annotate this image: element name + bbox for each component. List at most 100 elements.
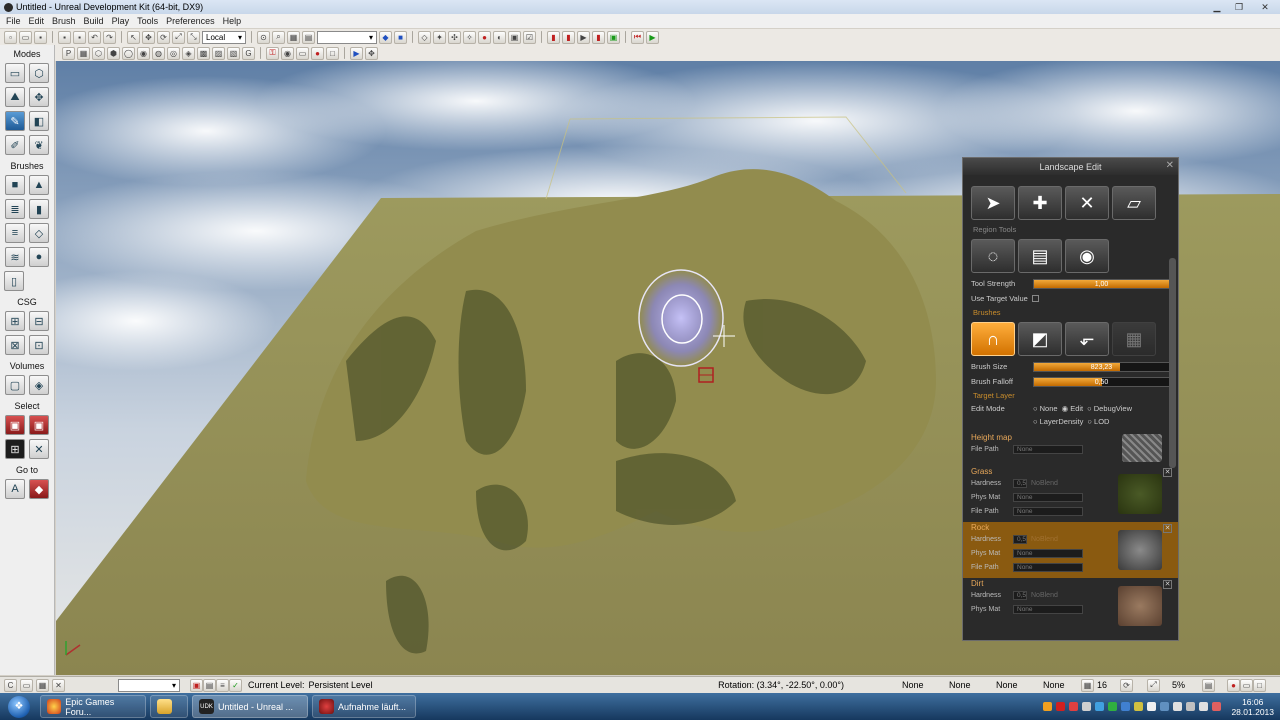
hardness-field[interactable]: 0,5 <box>1013 478 1027 488</box>
grid-snap-icon[interactable]: ▦ <box>1081 678 1094 692</box>
terrain-mode-icon[interactable]: ⛰ <box>5 87 25 107</box>
window-icon[interactable]: ▭ <box>20 678 33 692</box>
save-as-icon[interactable]: ▪ <box>73 30 86 44</box>
taskbar-clock[interactable]: 16:06 28.01.2013 <box>1231 697 1274 717</box>
grid-icon[interactable]: ▦ <box>36 678 49 692</box>
visibility-icon[interactable]: ◉ <box>1065 239 1109 273</box>
volumetric-brush-icon[interactable]: ▯ <box>4 271 24 291</box>
record-status-icon[interactable]: ● <box>1227 678 1240 692</box>
sheet-brush-icon[interactable]: ◇ <box>29 223 49 243</box>
tray-app-icon[interactable] <box>1212 702 1222 711</box>
deselect-icon[interactable]: ✕ <box>29 439 49 459</box>
content-browser-icon[interactable]: ▦ <box>287 30 300 44</box>
lit-icon[interactable]: ◉ <box>137 46 150 60</box>
shader-complexity-icon[interactable]: ▨ <box>212 46 225 60</box>
network-icon[interactable] <box>1186 702 1196 711</box>
autosave-icon[interactable]: ▤ <box>1202 678 1215 692</box>
phys-mat-field[interactable]: None <box>1013 604 1083 614</box>
game-view-icon[interactable]: G <box>242 46 255 60</box>
tray-app-icon[interactable] <box>1069 702 1079 711</box>
lock-icon[interactable]: ⚿ <box>266 46 279 60</box>
rewind-icon[interactable]: ⏮ <box>631 30 644 44</box>
play-on-console-icon[interactable]: ▣ <box>607 30 620 44</box>
lighting-only-icon[interactable]: ◎ <box>167 46 180 60</box>
perspective-icon[interactable]: P <box>62 46 75 60</box>
generic-browser-icon[interactable]: ▤ <box>302 30 315 44</box>
hardness-field[interactable]: 0,5 <box>1013 534 1027 544</box>
foliage-mode-icon[interactable]: ❦ <box>29 135 49 155</box>
detail-lighting-icon[interactable]: ◍ <box>152 46 165 60</box>
play-icon[interactable]: ▶ <box>646 30 659 44</box>
curved-stair-brush-icon[interactable]: ≣ <box>5 199 25 219</box>
camera-icon[interactable]: ▭ <box>296 46 309 60</box>
brush-wireframe-icon[interactable]: ⬢ <box>107 46 120 60</box>
add-volume-icon[interactable]: ▢ <box>5 375 25 395</box>
fullscreen-icon[interactable]: □ <box>1253 678 1266 692</box>
menu-preferences[interactable]: Preferences <box>162 16 219 26</box>
menu-brush[interactable]: Brush <box>48 16 80 26</box>
tray-app-icon[interactable] <box>1095 702 1105 711</box>
file-path-field[interactable]: None <box>1013 562 1083 572</box>
select-inverse-icon[interactable]: ⊞ <box>5 439 25 459</box>
tray-app-icon[interactable] <box>1108 702 1118 711</box>
taskbar-item-recorder[interactable]: Aufnahme läuft... <box>312 695 416 718</box>
tray-app-icon[interactable] <box>1134 702 1144 711</box>
cook-icon[interactable]: ▮ <box>547 30 560 44</box>
menu-tools[interactable]: Tools <box>133 16 162 26</box>
file-path-field[interactable]: None <box>1013 444 1083 454</box>
undo-icon[interactable]: ↶ <box>88 30 101 44</box>
goto-actor-icon[interactable]: A <box>5 479 25 499</box>
pin-icon[interactable]: ✥ <box>365 46 378 60</box>
edit-mode-lod-radio[interactable]: ○ LOD <box>1087 417 1109 426</box>
scale-icon[interactable]: ⤢ <box>172 30 185 44</box>
minimize-icon[interactable]: ▁ <box>1206 0 1228 14</box>
save-icon[interactable]: ▪ <box>34 30 47 44</box>
package-icon[interactable]: ▮ <box>562 30 575 44</box>
texture-density-icon[interactable]: ▩ <box>197 46 210 60</box>
texture-mode-icon[interactable]: ◧ <box>29 111 49 131</box>
layer-dirt[interactable]: Dirt Hardness 0,5 NoBlend Phys Mat None ✕ <box>963 578 1178 626</box>
level-list-icon[interactable]: ≡ <box>216 678 229 692</box>
cube-brush-icon[interactable]: ■ <box>5 175 25 195</box>
play-viewport-icon[interactable]: ▶ <box>350 46 363 60</box>
mesh-paint-mode-icon[interactable]: ✐ <box>5 135 25 155</box>
play-in-editor-icon[interactable]: ▶ <box>577 30 590 44</box>
pattern-brush-icon[interactable]: ⬐ <box>1065 322 1109 356</box>
scale-snap-icon[interactable]: ⤢ <box>1147 678 1160 692</box>
close-console-icon[interactable]: ✕ <box>52 678 65 692</box>
matinee-icon[interactable]: ■ <box>394 30 407 44</box>
cylinder-brush-icon[interactable]: ▮ <box>29 199 49 219</box>
csg-intersect-icon[interactable]: ⊠ <box>5 335 25 355</box>
wireframe-icon[interactable]: ⬡ <box>92 46 105 60</box>
tray-app-icon[interactable] <box>1043 702 1053 711</box>
build-paths-icon[interactable]: ✣ <box>448 30 461 44</box>
menu-help[interactable]: Help <box>219 16 246 26</box>
maximize-icon[interactable]: ❐ <box>1228 0 1250 14</box>
tool-strength-slider[interactable]: 1,00 <box>1033 278 1170 289</box>
realtime-icon[interactable]: ▦ <box>77 46 90 60</box>
layer-heightmap[interactable]: Height map File Path None <box>963 432 1178 466</box>
phys-mat-field[interactable]: None <box>1013 548 1083 558</box>
camera-mode-icon[interactable]: ▭ <box>5 63 25 83</box>
search-icon[interactable]: ⌕ <box>272 30 285 44</box>
layer-rock[interactable]: Rock Hardness 0,5 NoBlend Phys Mat None Fil… <box>963 522 1178 578</box>
play-on-pc-icon[interactable]: ▮ <box>592 30 605 44</box>
remove-layer-icon[interactable]: ✕ <box>1163 468 1172 477</box>
select-tool-icon[interactable]: ➤ <box>971 186 1015 220</box>
brush-falloff-slider[interactable]: 0,50 <box>1033 376 1170 387</box>
tray-app-icon[interactable] <box>1147 702 1157 711</box>
circle-brush-icon[interactable]: ∩ <box>971 322 1015 356</box>
goto-builder-brush-icon[interactable]: ◆ <box>29 479 49 499</box>
lighting-quality-icon[interactable]: ◐ <box>493 30 506 44</box>
translate-icon[interactable]: ✥ <box>142 30 155 44</box>
map-check-icon[interactable]: ☑ <box>523 30 536 44</box>
start-button[interactable]: ❖ <box>0 693 38 720</box>
select-icon[interactable]: ↖ <box>127 30 140 44</box>
brush-size-slider[interactable]: 823,23 <box>1033 361 1170 372</box>
build-cover-icon[interactable]: ✧ <box>463 30 476 44</box>
console-icon[interactable]: C <box>4 678 17 692</box>
component-brush-icon[interactable]: ▦ <box>1112 322 1156 356</box>
edit-mode-none-radio[interactable]: ○ None <box>1033 404 1058 413</box>
csg-deintersect-icon[interactable]: ⊡ <box>29 335 49 355</box>
remove-layer-icon[interactable]: ✕ <box>1163 580 1172 589</box>
